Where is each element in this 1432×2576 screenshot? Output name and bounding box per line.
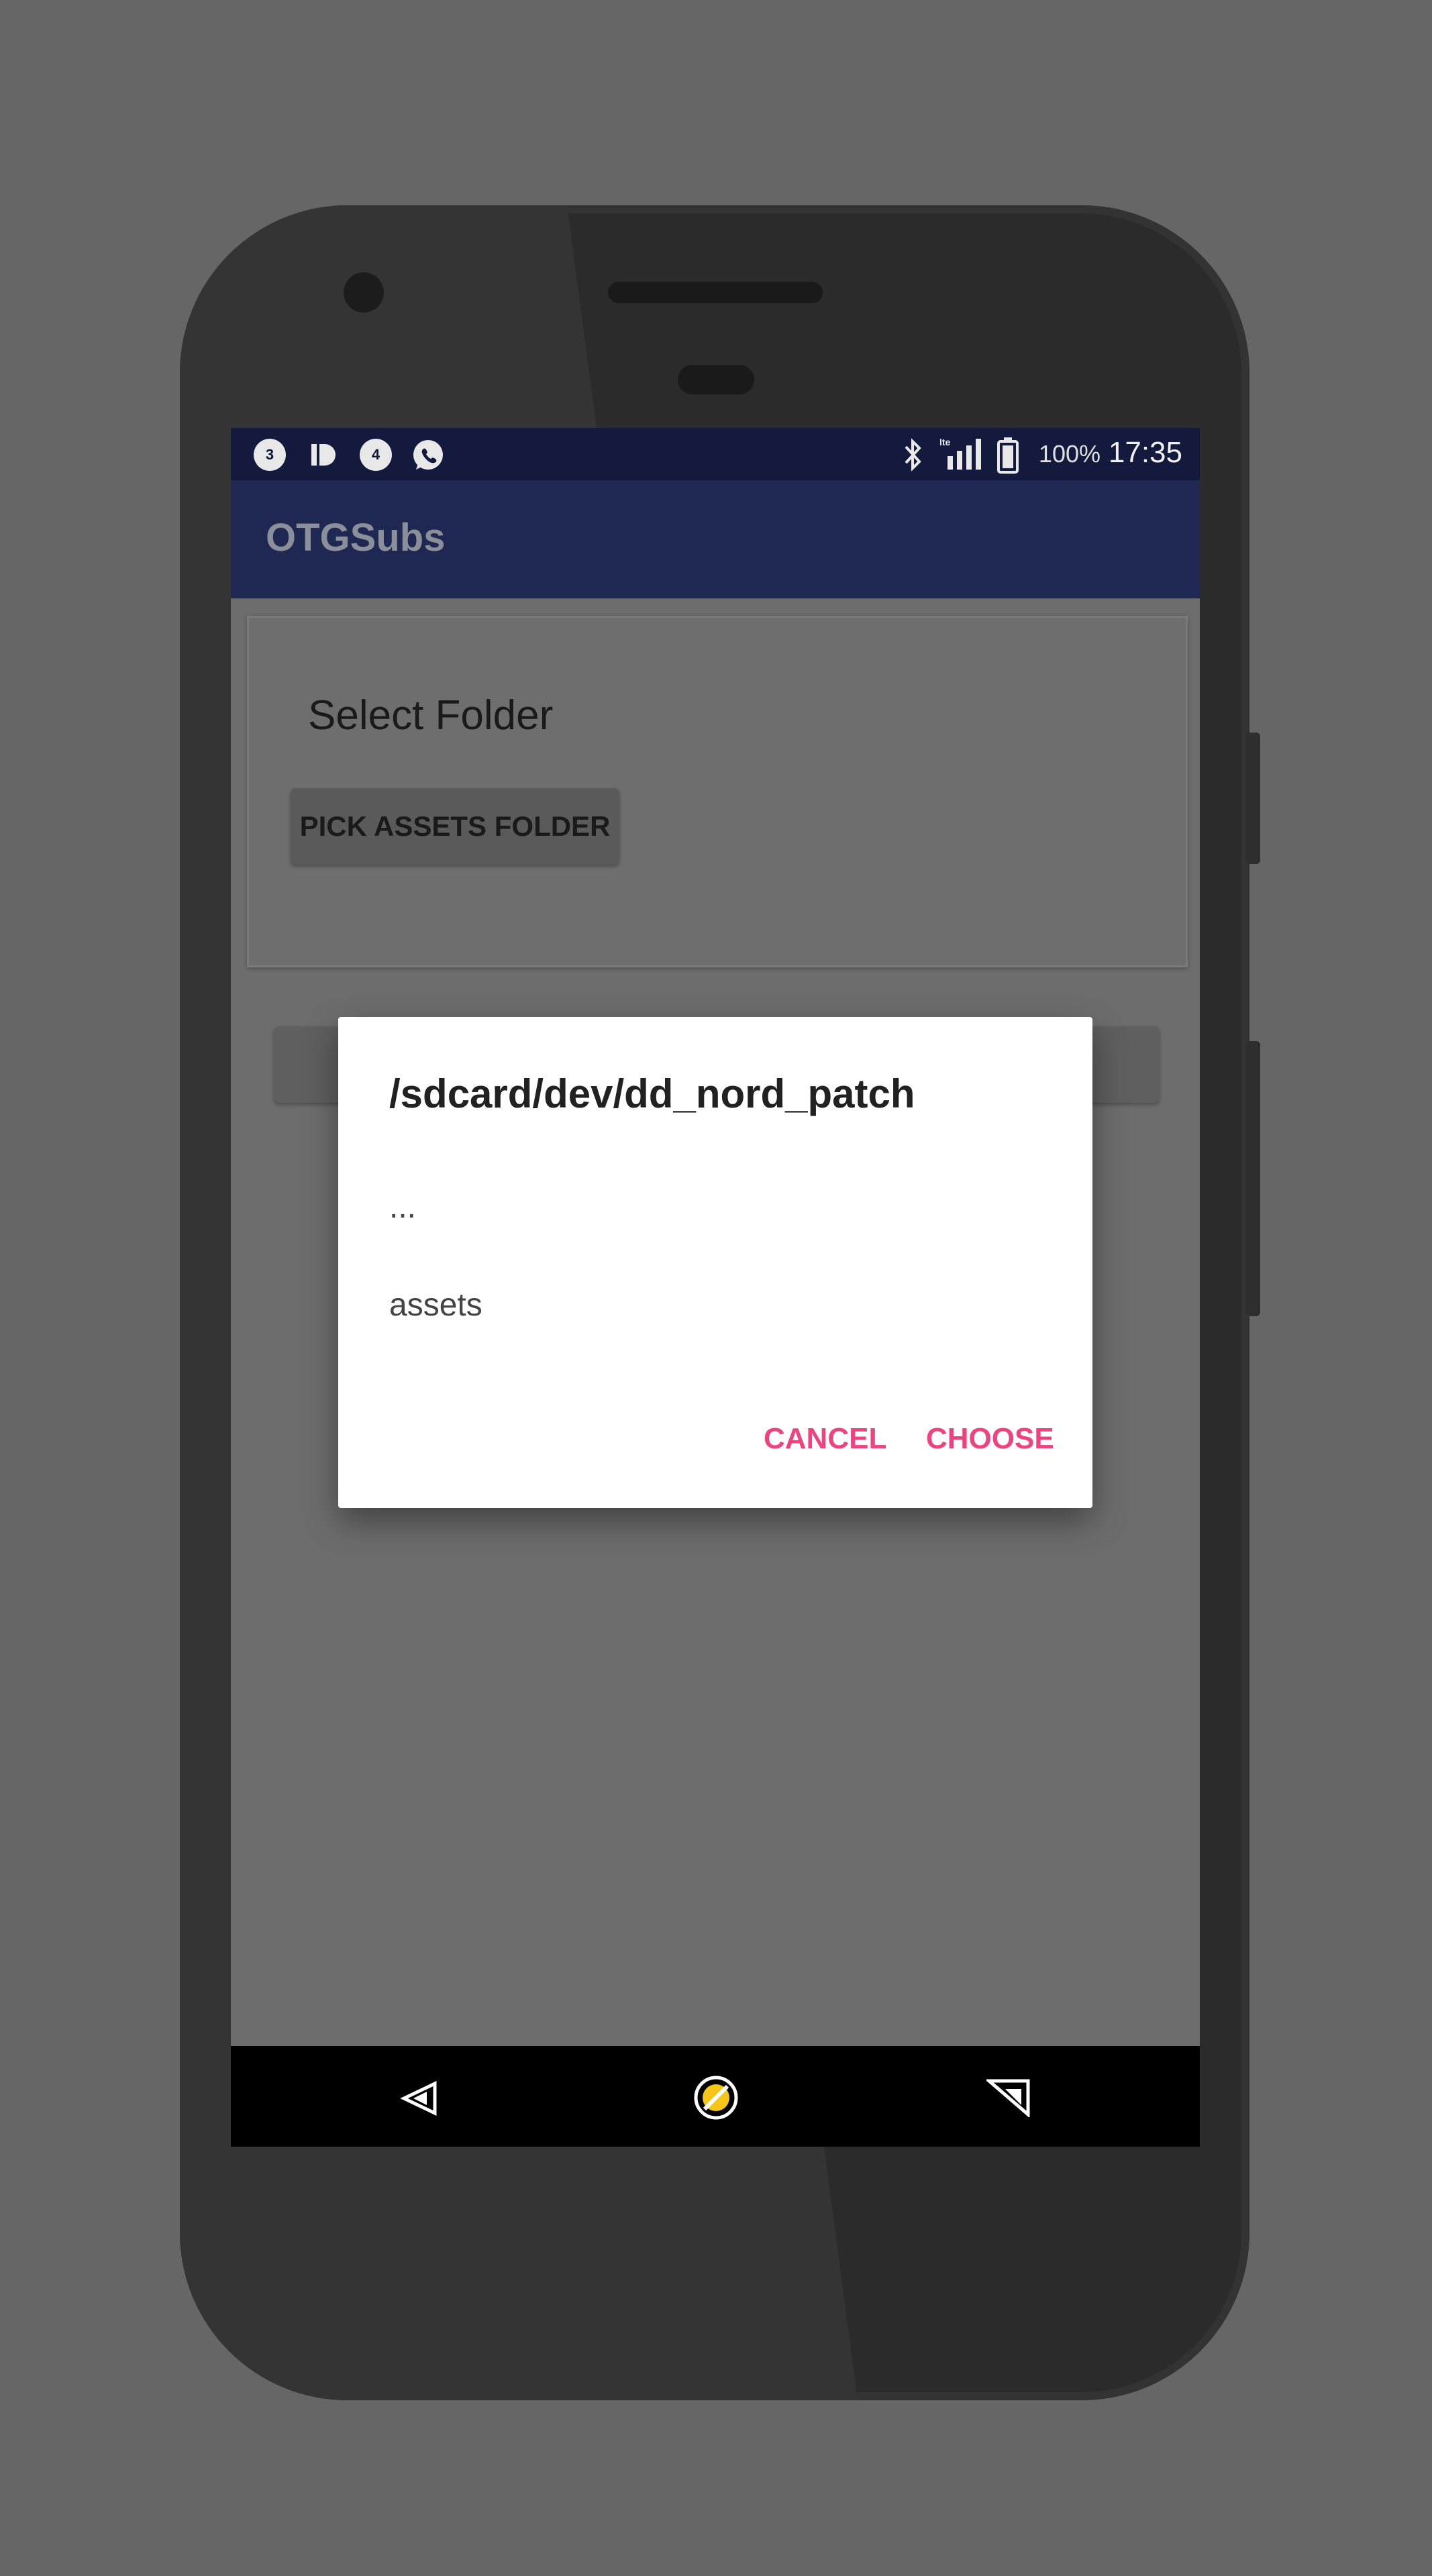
recents-icon[interactable] (984, 2077, 1031, 2118)
app-title: OTGSubs (266, 516, 446, 559)
badge-count: 3 (265, 446, 274, 463)
folder-item-assets[interactable]: assets (389, 1287, 482, 1324)
earpiece-speaker (608, 282, 823, 303)
back-icon[interactable] (400, 2078, 440, 2118)
id-app-icon (307, 440, 337, 470)
notification-4-icon: 4 (360, 439, 392, 471)
clock: 17:35 (1108, 436, 1182, 469)
pick-assets-folder-button[interactable]: PICK ASSETS FOLDER (291, 788, 619, 865)
phone-power-button (1245, 733, 1260, 864)
choose-button[interactable]: CHOOSE (926, 1422, 1054, 1456)
navigation-bar (231, 2046, 1200, 2147)
notification-3-icon: 3 (254, 439, 286, 471)
parent-directory-item[interactable]: ... (389, 1189, 416, 1226)
bluetooth-icon (899, 437, 926, 472)
card-title: Select Folder (308, 692, 554, 739)
select-folder-card: Select Folder PICK ASSETS FOLDER (247, 616, 1188, 967)
battery-percentage: 100% (1038, 440, 1101, 468)
status-bar: 3 4 lte 100% 17:35 (231, 428, 1200, 480)
svg-text:lte: lte (939, 437, 951, 447)
folder-chooser-dialog: /sdcard/dev/dd_nord_patch ... assets CAN… (338, 1017, 1092, 1508)
app-bar: OTGSubs (231, 480, 1200, 598)
proximity-sensor (678, 365, 754, 394)
dialog-title: /sdcard/dev/dd_nord_patch (389, 1071, 915, 1116)
signal-lte-icon: lte (939, 436, 986, 472)
badge-count: 4 (371, 446, 380, 463)
home-icon[interactable] (693, 2074, 739, 2121)
whatsapp-icon (411, 437, 446, 472)
cancel-button[interactable]: CANCEL (764, 1422, 886, 1456)
battery-icon (996, 436, 1020, 474)
front-camera (344, 272, 384, 313)
phone-volume-button (1245, 1041, 1260, 1316)
